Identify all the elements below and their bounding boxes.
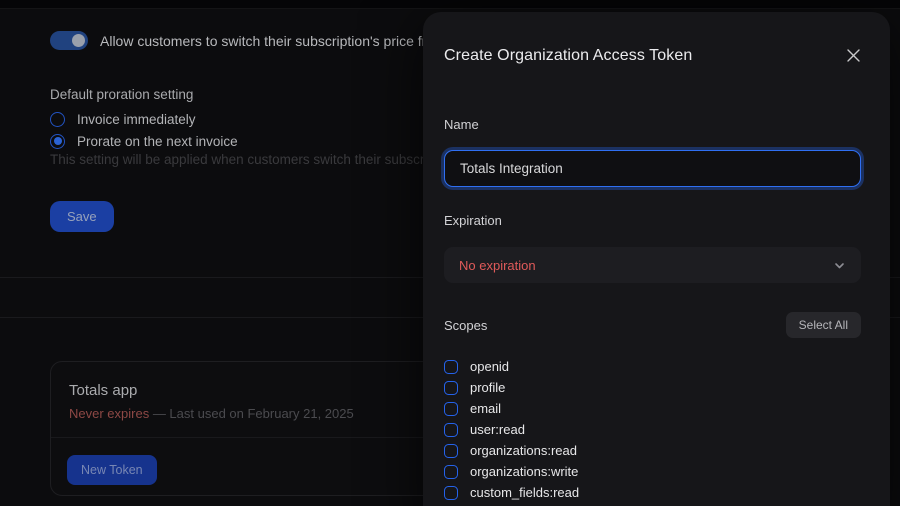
scope-checkbox[interactable]: [444, 401, 458, 416]
scope-label: openid: [470, 359, 510, 374]
new-token-button[interactable]: New Token: [67, 455, 157, 485]
scope-row: organizations:write: [444, 461, 861, 482]
allow-switch-toggle[interactable]: [50, 31, 88, 50]
scopes-list: openid profile email user:read organizations…: [444, 356, 861, 506]
scope-checkbox[interactable]: [444, 443, 458, 458]
chevron-down-icon: [833, 259, 846, 272]
scope-row: user:read: [444, 419, 861, 440]
radio-label: Invoice immediately: [77, 111, 196, 127]
scopes-label: Scopes: [444, 317, 488, 333]
expiration-field-label: Expiration: [444, 213, 502, 228]
subscription-switch-setting-row: Allow customers to switch their subscrip…: [50, 31, 446, 50]
token-last-used-text: — Last used on February 21, 2025: [149, 406, 354, 421]
scope-checkbox[interactable]: [444, 464, 458, 479]
proration-radio-group: Invoice immediately Prorate on the next i…: [50, 108, 238, 152]
scope-label: custom_fields:read: [470, 485, 580, 500]
proration-option-row: Invoice immediately: [50, 108, 238, 130]
name-input[interactable]: [444, 150, 861, 187]
scope-label: organizations:read: [470, 443, 577, 458]
scope-row: openid: [444, 356, 861, 377]
radio-button[interactable]: [50, 133, 65, 149]
modal-title: Create Organization Access Token: [444, 47, 693, 64]
toggle-knob: [72, 34, 85, 47]
scope-checkbox[interactable]: [444, 422, 458, 437]
select-all-button[interactable]: Select All: [785, 312, 861, 338]
scope-label: email: [470, 401, 502, 416]
radio-button[interactable]: [50, 111, 65, 127]
close-icon[interactable]: [844, 46, 862, 64]
scope-checkbox[interactable]: [444, 485, 458, 500]
name-field-label: Name: [444, 117, 479, 132]
scope-row: custom_fields:read: [444, 482, 861, 503]
allow-switch-toggle-label: Allow customers to switch their subscrip…: [100, 32, 446, 49]
create-token-modal: Create Organization Access Token Name Ex…: [423, 12, 890, 506]
proration-helper-text: This setting will be applied when custom…: [50, 152, 435, 167]
scope-label: organizations:write: [470, 464, 579, 479]
proration-option-row: Prorate on the next invoice: [50, 130, 238, 152]
radio-label: Prorate on the next invoice: [77, 133, 238, 149]
expiration-select[interactable]: No expiration: [444, 247, 861, 283]
scopes-header-row: Scopes Select All: [444, 312, 861, 338]
expiration-selected-value: No expiration: [459, 257, 536, 273]
scope-row: organizations:read: [444, 440, 861, 461]
proration-setting-label: Default proration setting: [50, 87, 194, 102]
scope-checkbox[interactable]: [444, 359, 458, 374]
scope-label: user:read: [470, 422, 525, 437]
scope-label: profile: [470, 380, 506, 395]
scope-row: email: [444, 398, 861, 419]
scope-row: profile: [444, 377, 861, 398]
scope-checkbox[interactable]: [444, 380, 458, 395]
save-button[interactable]: Save: [50, 201, 114, 232]
token-expiry-text: Never expires: [69, 406, 150, 421]
